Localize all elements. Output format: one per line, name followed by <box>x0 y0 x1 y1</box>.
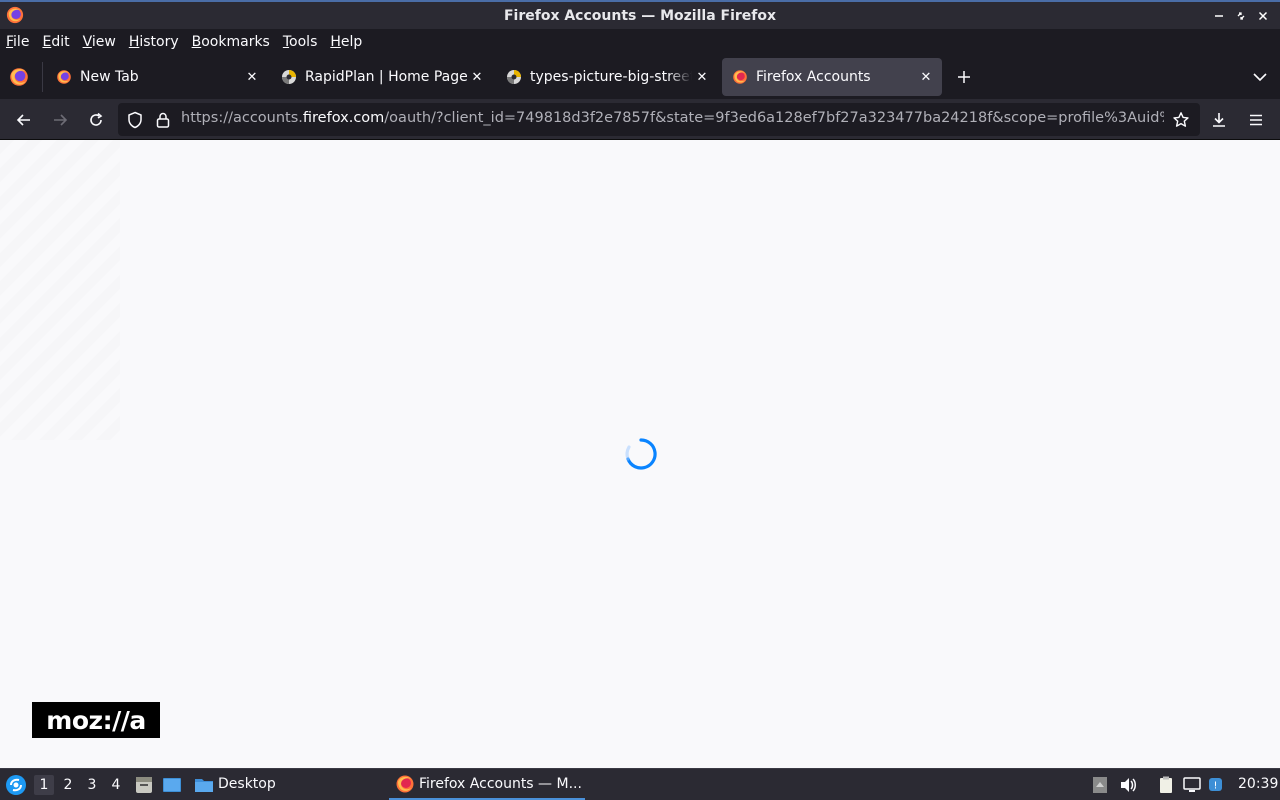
app-menu-button[interactable] <box>1243 107 1269 133</box>
menu-bar: File Edit View History Bookmarks Tools H… <box>0 29 1280 54</box>
firefox-icon <box>6 6 24 24</box>
tab-separator <box>42 62 43 92</box>
window-controls <box>1208 6 1274 26</box>
volume-icon[interactable] <box>1118 775 1138 795</box>
window-title: Firefox Accounts — Mozilla Firefox <box>503 7 777 24</box>
tab-rapidplan[interactable]: RapidPlan | Home Page ✕ <box>271 58 493 96</box>
tab-street-image[interactable]: types-picture-big-street.j ✕ <box>496 58 718 96</box>
menu-help[interactable]: Help <box>330 34 362 50</box>
firefox-view-icon[interactable] <box>8 66 30 88</box>
back-button[interactable] <box>11 107 37 133</box>
rapidplan-icon <box>282 70 296 84</box>
window-titlebar: Firefox Accounts — Mozilla Firefox <box>0 0 1280 29</box>
task-label: Firefox Accounts — M... <box>419 775 582 792</box>
desktop-label[interactable]: Desktop <box>218 776 276 792</box>
file-manager-icon[interactable] <box>134 775 154 795</box>
navigation-toolbar: https://accounts.firefox.com/oauth/?clie… <box>0 99 1280 140</box>
minimize-icon[interactable] <box>1208 6 1230 26</box>
background-pattern <box>0 140 120 440</box>
address-bar[interactable]: https://accounts.firefox.com/oauth/?clie… <box>118 103 1200 136</box>
firefox-icon <box>57 70 71 84</box>
close-tab-icon[interactable]: ✕ <box>467 67 487 87</box>
page-content: moz://a <box>0 140 1280 768</box>
svg-text:!: ! <box>1213 781 1217 792</box>
hamburger-menu-icon <box>1250 114 1262 126</box>
tab-firefox-accounts[interactable]: Firefox Accounts ✕ <box>722 58 942 96</box>
lock-icon[interactable] <box>154 111 172 129</box>
system-taskbar: 1 2 3 4 Desktop Firefox Accounts — M... … <box>0 768 1280 800</box>
reload-button[interactable] <box>83 107 109 133</box>
chevron-down-icon <box>1253 73 1267 82</box>
url-text[interactable]: https://accounts.firefox.com/oauth/?clie… <box>181 110 1164 130</box>
reload-icon <box>90 112 103 126</box>
rapidplan-icon <box>507 70 521 84</box>
menu-view[interactable]: View <box>83 34 116 50</box>
close-tab-icon[interactable]: ✕ <box>916 67 936 87</box>
start-menu-icon[interactable] <box>5 774 27 796</box>
new-tab-button[interactable] <box>953 66 975 88</box>
menu-bookmarks[interactable]: Bookmarks <box>192 34 270 50</box>
workspace-2[interactable]: 2 <box>58 775 78 795</box>
tab-label: RapidPlan | Home Page <box>305 69 467 85</box>
show-desktop-icon[interactable] <box>162 775 182 795</box>
network-icon[interactable] <box>1182 775 1202 795</box>
bookmark-star-icon[interactable] <box>1172 111 1190 129</box>
notification-icon[interactable]: ! <box>1206 775 1226 795</box>
menu-history[interactable]: History <box>129 34 179 50</box>
clipboard-icon[interactable] <box>1156 775 1176 795</box>
workspace-1[interactable]: 1 <box>34 775 54 795</box>
close-tab-icon[interactable]: ✕ <box>692 67 712 87</box>
plus-icon <box>958 71 970 83</box>
workspace-4[interactable]: 4 <box>106 775 126 795</box>
arrow-left-icon <box>16 114 30 126</box>
tab-bar: New Tab ✕ RapidPlan | Home Page ✕ types-… <box>0 54 1280 99</box>
downloads-button[interactable] <box>1206 107 1232 133</box>
firefox-icon <box>733 70 747 84</box>
restore-icon[interactable] <box>1230 6 1252 26</box>
close-tab-icon[interactable]: ✕ <box>242 67 262 87</box>
firefox-icon <box>396 775 414 792</box>
list-all-tabs-button[interactable] <box>1249 66 1271 88</box>
tab-label: Firefox Accounts <box>756 69 871 85</box>
tab-label: New Tab <box>80 69 139 85</box>
arrow-right-icon <box>54 114 68 126</box>
mozilla-logo[interactable]: moz://a <box>32 702 160 738</box>
clock[interactable]: 20:39 <box>1238 776 1278 792</box>
workspace-3[interactable]: 3 <box>82 775 102 795</box>
download-icon <box>1213 113 1225 127</box>
menu-tools[interactable]: Tools <box>283 34 318 50</box>
forward-button[interactable] <box>47 107 73 133</box>
taskbar-task-firefox[interactable]: Firefox Accounts — M... <box>389 769 585 800</box>
close-window-icon[interactable] <box>1252 6 1274 26</box>
shield-icon[interactable] <box>126 111 144 129</box>
menu-edit[interactable]: Edit <box>42 34 69 50</box>
menu-file[interactable]: File <box>6 34 29 50</box>
tray-arrow-icon[interactable] <box>1090 775 1110 795</box>
tab-new-tab[interactable]: New Tab ✕ <box>46 58 268 96</box>
folder-icon[interactable] <box>194 775 214 795</box>
loading-spinner-icon <box>625 438 657 470</box>
tab-label: types-picture-big-street.j <box>530 69 692 85</box>
